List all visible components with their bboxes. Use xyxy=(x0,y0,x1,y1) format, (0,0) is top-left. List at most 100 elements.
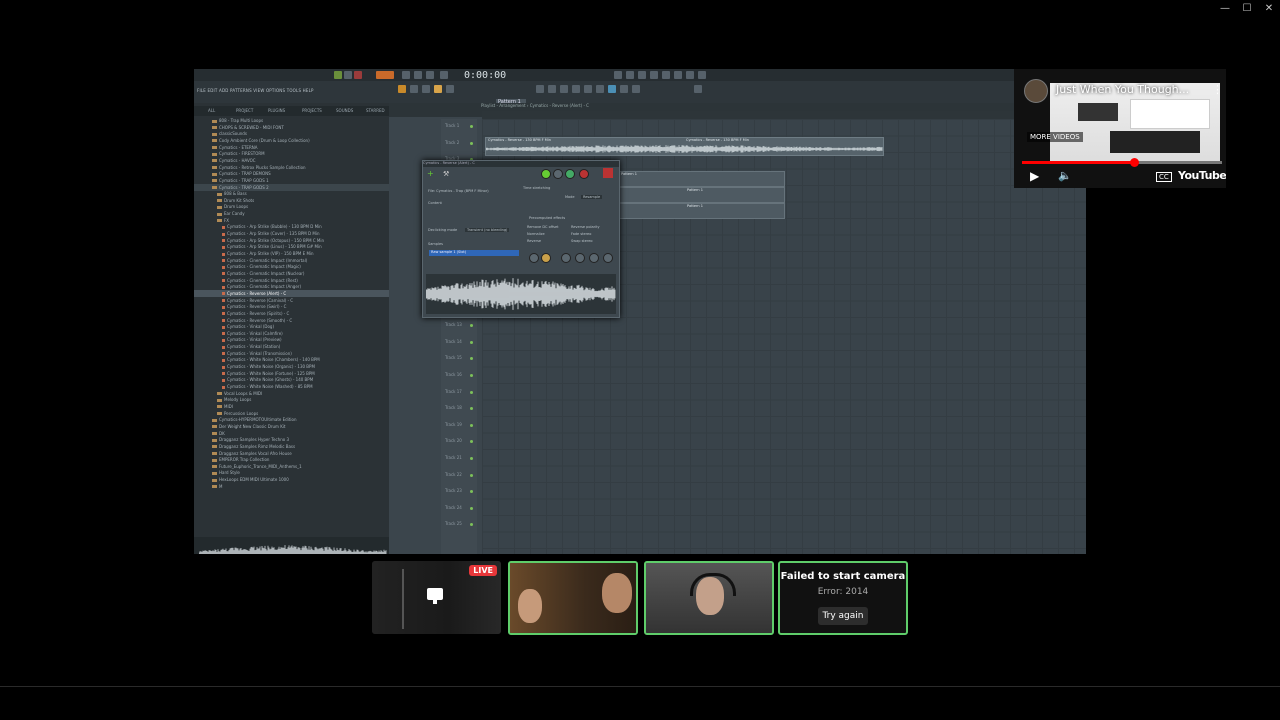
toolbar-icon[interactable] xyxy=(414,71,422,79)
youtube-mini-player[interactable]: Just When You Though... ⋮ MORE VIDEOS ▶ … xyxy=(1014,69,1226,188)
toolbar-icon[interactable] xyxy=(694,85,702,93)
channel-avatar[interactable] xyxy=(1024,79,1048,103)
track-label[interactable]: Track 22 xyxy=(445,472,462,477)
track-enable-led[interactable] xyxy=(470,340,473,344)
toolbar-icon[interactable] xyxy=(614,71,622,79)
timeline-ruler[interactable] xyxy=(482,111,1086,119)
toolbar-icon[interactable] xyxy=(572,85,580,93)
toolbar-icon[interactable] xyxy=(662,71,670,79)
sample-list-item[interactable]: Raw sample 1 (Slot) xyxy=(429,250,519,256)
track-enable-led[interactable] xyxy=(470,440,473,444)
track-label[interactable]: Track 13 xyxy=(445,322,462,327)
more-videos-label[interactable]: MORE VIDEOS xyxy=(1027,132,1083,142)
opt-remove-dc[interactable]: Remove DC offset xyxy=(527,225,558,229)
browser-folder[interactable]: M xyxy=(194,483,402,490)
fx-knob[interactable] xyxy=(579,169,589,179)
track-enable-led[interactable] xyxy=(470,141,473,145)
track-enable-led[interactable] xyxy=(470,473,473,477)
track-enable-led[interactable] xyxy=(470,125,473,128)
track-color[interactable] xyxy=(603,168,613,178)
track-enable-led[interactable] xyxy=(470,374,473,377)
knob[interactable] xyxy=(529,253,539,263)
pattern-clip[interactable]: Pattern 1 xyxy=(618,187,785,203)
play-icon[interactable]: ▶ xyxy=(1030,169,1039,183)
track-enable-led[interactable] xyxy=(470,390,473,394)
toolbar-icon[interactable] xyxy=(536,85,544,93)
track-enable-led[interactable] xyxy=(470,523,473,527)
track-label[interactable]: Track 24 xyxy=(445,505,462,510)
stop-icon[interactable] xyxy=(344,71,352,79)
toolbar-icon[interactable] xyxy=(584,85,592,93)
video-title[interactable]: Just When You Though... xyxy=(1056,83,1189,96)
mode-select[interactable]: Resample xyxy=(581,195,603,199)
tab-all[interactable]: ALL xyxy=(208,108,215,113)
opt-reverse-polarity[interactable]: Reverse polarity xyxy=(571,225,600,229)
opt-reverse[interactable]: Reverse xyxy=(527,239,541,243)
track-enable-led[interactable] xyxy=(470,407,473,411)
toolbar-icon[interactable] xyxy=(402,71,410,79)
wrench-icon[interactable]: ⚒ xyxy=(443,170,451,178)
toolbar-icon[interactable] xyxy=(674,71,682,79)
track-label[interactable]: Track 23 xyxy=(445,488,462,493)
audio-clip[interactable]: Cymatics - Reverse - 130 BPM F Min Cymat… xyxy=(485,137,884,156)
main-menu[interactable]: FILE EDIT ADD PATTERNS VIEW OPTIONS TOOL… xyxy=(197,88,314,93)
video-progress-bar[interactable] xyxy=(1022,158,1222,167)
declicking-select[interactable]: Transient (no bleeding) xyxy=(465,228,510,232)
captions-icon[interactable]: CC xyxy=(1156,172,1172,182)
toolbar-icon[interactable] xyxy=(440,71,448,79)
track-label[interactable]: Track 19 xyxy=(445,422,462,427)
tab-plugins[interactable]: PLUGINS xyxy=(268,108,285,113)
minimize-button[interactable]: — xyxy=(1214,0,1236,16)
track-label[interactable]: Track 15 xyxy=(445,355,462,360)
toolbar-icon[interactable] xyxy=(626,71,634,79)
toolbar-icon[interactable] xyxy=(698,71,706,79)
youtube-logo[interactable]: YouTube xyxy=(1178,169,1226,182)
toolbar-icon[interactable] xyxy=(632,85,640,93)
plus-icon[interactable]: + xyxy=(427,170,435,178)
pattern-clip[interactable]: Pattern 1 xyxy=(618,171,785,187)
tab-project[interactable]: PROJECT xyxy=(236,108,253,113)
knob[interactable] xyxy=(589,253,599,263)
knob[interactable] xyxy=(575,253,585,263)
track-label[interactable]: Track 2 xyxy=(445,140,459,145)
try-again-button[interactable]: Try again xyxy=(818,607,868,625)
toolbar-icon[interactable] xyxy=(638,71,646,79)
more-options-icon[interactable]: ⋮ xyxy=(1212,83,1223,96)
pattern-clip[interactable]: Pattern 1 xyxy=(618,203,785,219)
tab-projects[interactable]: PROJECTS xyxy=(302,108,322,113)
track-label[interactable]: Track 20 xyxy=(445,438,462,443)
opt-fade-stereo[interactable]: Fade stereo xyxy=(571,232,591,236)
tab-sounds[interactable]: SOUNDS xyxy=(336,108,353,113)
knob[interactable] xyxy=(541,253,551,263)
toolbar-icon[interactable] xyxy=(446,85,454,93)
toolbar-icon[interactable] xyxy=(560,85,568,93)
toolbar-icon[interactable] xyxy=(410,85,418,93)
opt-swap-stereo[interactable]: Swap stereo xyxy=(571,239,593,243)
pan-knob[interactable] xyxy=(553,169,563,179)
toolbar-icon[interactable] xyxy=(398,85,406,93)
participant-video-tile[interactable] xyxy=(508,561,638,635)
track-enable-led[interactable] xyxy=(470,506,473,510)
volume-knob[interactable] xyxy=(541,169,551,179)
track-enable-led[interactable] xyxy=(470,324,473,328)
track-label[interactable]: Track 1 xyxy=(445,123,459,128)
track-enable-led[interactable] xyxy=(470,457,473,460)
track-enable-led[interactable] xyxy=(470,357,473,361)
track-enable-led[interactable] xyxy=(470,423,473,427)
close-button[interactable]: ✕ xyxy=(1258,0,1280,16)
track-label[interactable]: Track 16 xyxy=(445,372,462,377)
tab-starred[interactable]: STARRED xyxy=(366,108,385,113)
toolbar-icon[interactable] xyxy=(620,85,628,93)
record-icon[interactable] xyxy=(354,71,362,79)
toolbar-icon[interactable] xyxy=(650,71,658,79)
toolbar-icon[interactable] xyxy=(608,85,616,93)
track-label[interactable]: Track 14 xyxy=(445,339,462,344)
knob[interactable] xyxy=(603,253,613,263)
toolbar-icon[interactable] xyxy=(686,71,694,79)
participant-video-tile[interactable] xyxy=(644,561,774,635)
track-label[interactable]: Track 18 xyxy=(445,405,462,410)
track-label[interactable]: Track 21 xyxy=(445,455,462,460)
volume-icon[interactable]: 🔈 xyxy=(1058,169,1072,182)
video-scrubber[interactable] xyxy=(1130,158,1139,167)
maximize-button[interactable]: ☐ xyxy=(1236,0,1258,16)
